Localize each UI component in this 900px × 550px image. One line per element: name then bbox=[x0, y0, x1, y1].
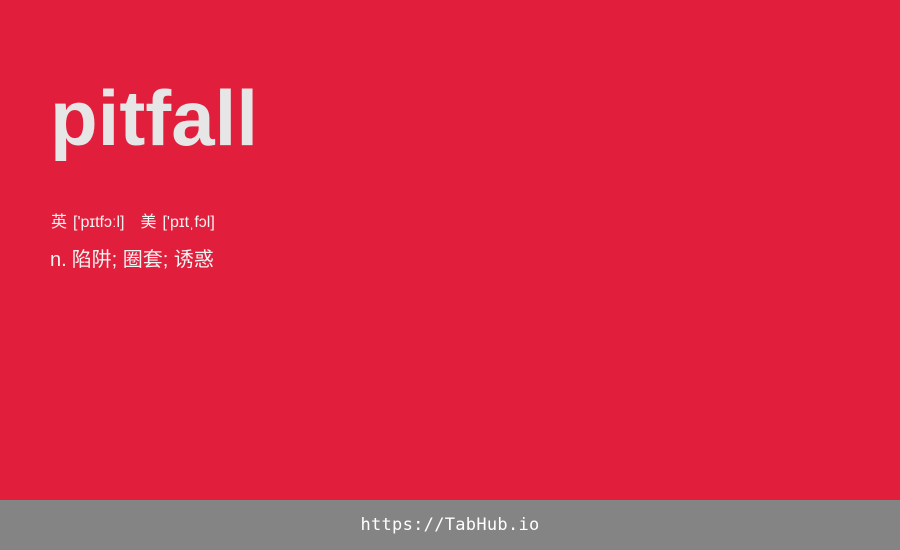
footer-bar: https://TabHub.io bbox=[0, 500, 900, 550]
word-card: pitfall 英 ['pɪtfɔːl] 美 ['pɪtˌfɔl] n. 陷阱; 圈套;… bbox=[0, 0, 900, 500]
part-of-speech: n. bbox=[50, 249, 67, 271]
tabhub-link[interactable]: https://TabHub.io bbox=[360, 515, 539, 535]
headword: pitfall bbox=[50, 74, 258, 162]
us-label: 美 bbox=[140, 214, 157, 231]
uk-label: 英 bbox=[51, 214, 68, 231]
phonetics-line: 英 ['pɪtfɔːl] 美 ['pɪtˌfɔl] bbox=[51, 212, 215, 234]
us-pronunciation: ['pɪtˌfɔl] bbox=[162, 214, 215, 231]
uk-pronunciation: ['pɪtfɔːl] bbox=[73, 214, 125, 231]
definition-meaning: 陷阱; 圈套; 诱惑 bbox=[71, 249, 214, 271]
definition-line: n. 陷阱; 圈套; 诱惑 bbox=[50, 246, 214, 274]
